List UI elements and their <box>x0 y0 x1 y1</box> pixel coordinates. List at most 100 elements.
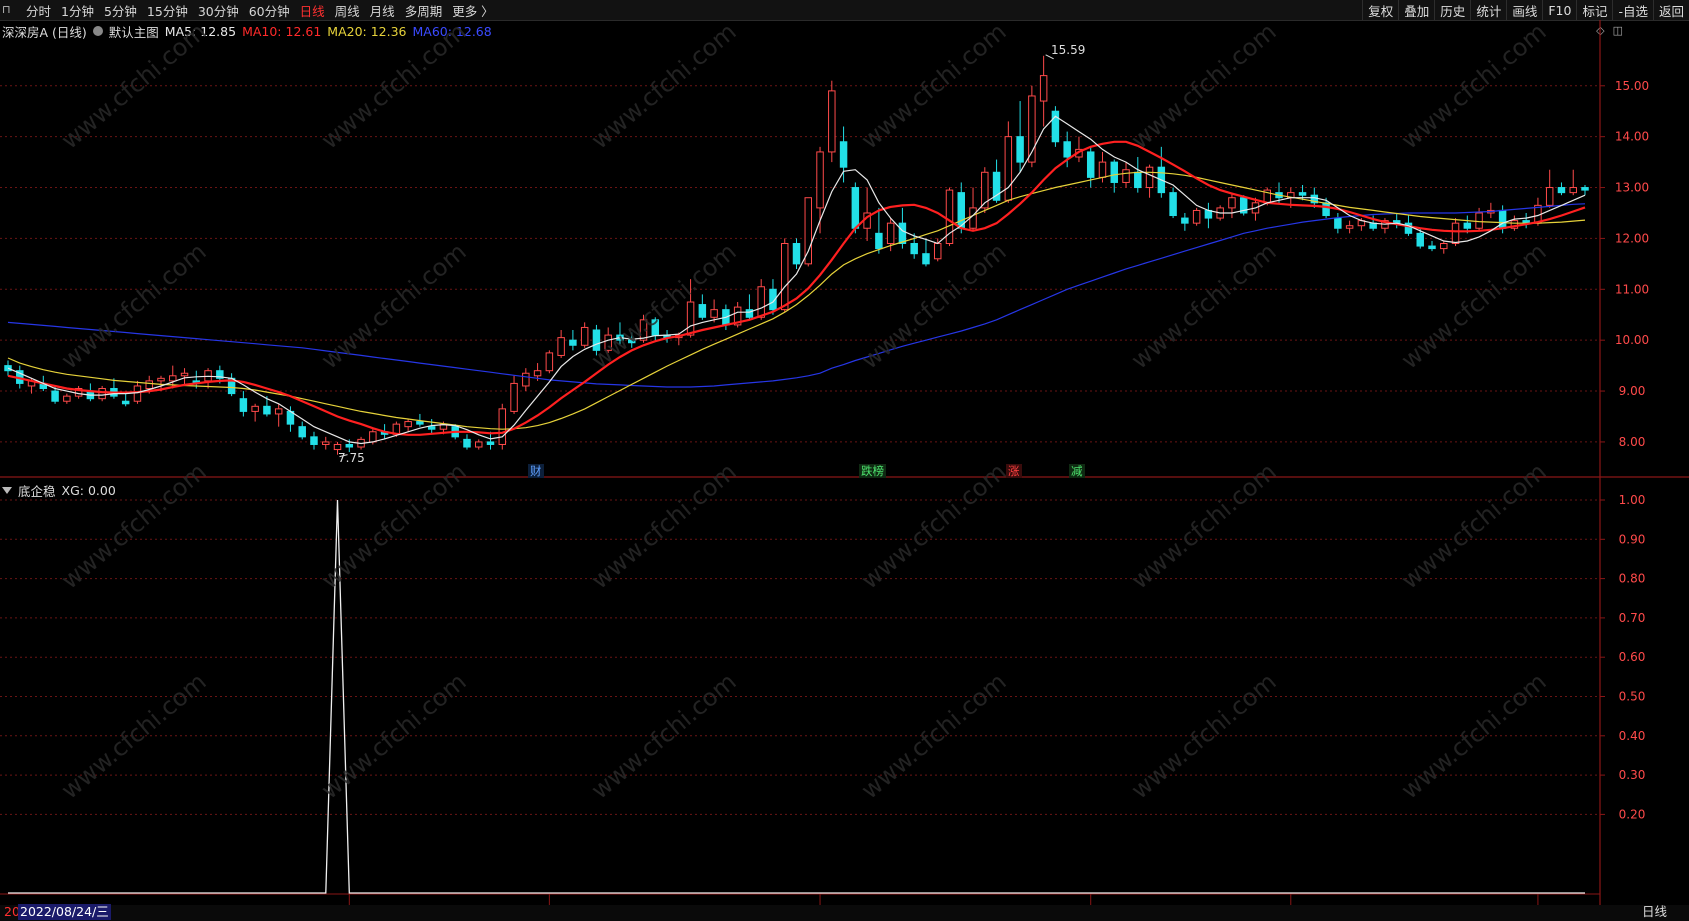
candle-body-up <box>580 326 589 346</box>
candle-body-up <box>1475 212 1483 229</box>
watermark-logo: www.cfchi.com <box>56 17 212 154</box>
candle-body-up <box>498 408 507 445</box>
candle-body-down <box>1416 232 1424 247</box>
candle-body-up <box>475 441 483 448</box>
bottom-time-axis <box>0 905 1689 921</box>
candle-body-up <box>533 370 542 377</box>
watermark-logo: www.cfchi.com <box>856 237 1012 374</box>
candle-body-down <box>1498 209 1507 229</box>
watermark-logo: www.cfchi.com <box>56 237 212 374</box>
candle-body-up <box>169 375 177 382</box>
indicator-name[interactable]: 底企稳 <box>18 481 56 500</box>
candle-body-down <box>1086 151 1095 178</box>
candle-body-up <box>98 388 106 400</box>
cursor-date: 2022/08/24/三 <box>18 904 111 920</box>
candle-body-down <box>239 398 248 412</box>
candle-body-up <box>133 385 142 402</box>
watermark-logo: www.cfchi.com <box>586 667 742 804</box>
candles-group <box>4 55 1589 455</box>
candle-body-up <box>274 408 283 415</box>
candle-body-up <box>1004 136 1013 201</box>
candle-body-up <box>757 286 765 318</box>
watermark-logo: www.cfchi.com <box>1396 667 1552 804</box>
candle-body-down <box>1463 222 1472 229</box>
candle-body-down <box>1428 245 1436 250</box>
low-price-annotation: 7.75 <box>338 451 365 465</box>
candle-body-down <box>1581 187 1589 191</box>
candle-body-down <box>1322 202 1330 217</box>
kline-chart: 8.00 9.00 10.00 11.00 12.00 13.00 14.00 15.00 0.… <box>0 17 1689 905</box>
indicator-tick-label: 0.30 <box>1619 768 1646 782</box>
candle-body-up <box>933 243 942 260</box>
indicator-info-bar: 底企稳 XG: 0.00 <box>2 481 116 500</box>
candle-body-up <box>63 395 71 402</box>
candle-body-down <box>1298 192 1307 196</box>
candle-body-down <box>345 443 354 448</box>
candle-body-up <box>1145 166 1154 189</box>
candle-body-up <box>157 377 165 382</box>
candle-body-down <box>416 421 424 425</box>
candle-body-down <box>1181 217 1189 224</box>
watermark-logo: www.cfchi.com <box>316 237 472 374</box>
candle-body-down <box>922 253 930 265</box>
candle-body-up <box>522 372 530 387</box>
watermark-logo: www.cfchi.com <box>1126 17 1282 154</box>
candle-body-down <box>4 365 12 372</box>
candle-body-up <box>510 382 518 412</box>
event-marker-reduce[interactable]: 减 <box>1069 464 1085 478</box>
price-tick-label: 8.00 <box>1619 435 1646 449</box>
watermark-logo: www.cfchi.com <box>316 457 472 594</box>
timeframe-button[interactable]: 日线 <box>1642 904 1667 920</box>
watermark-logo: www.cfchi.com <box>586 17 742 154</box>
candle-body-down <box>698 304 707 318</box>
candle-body-down <box>1169 192 1177 217</box>
candle-body-up <box>686 301 695 336</box>
candle-body-down <box>1334 217 1342 229</box>
candle-body-down <box>957 192 965 229</box>
candle-body-up <box>1569 187 1577 194</box>
event-marker-drop-list[interactable]: 跌榜 <box>859 464 886 478</box>
dropdown-triangle-icon[interactable] <box>2 487 12 494</box>
price-tick-label: 13.00 <box>1615 181 1649 195</box>
candle-body-up <box>886 222 895 245</box>
watermark-logo: www.cfchi.com <box>1126 457 1282 594</box>
candle-body-up <box>180 372 189 377</box>
indicator-tick-label: 0.50 <box>1619 690 1646 704</box>
candle-body-down <box>427 426 436 430</box>
candle-body-up <box>1039 75 1048 102</box>
price-tick-label: 15.00 <box>1615 79 1649 93</box>
candle-body-down <box>1134 171 1142 189</box>
candle-body-down <box>463 438 471 448</box>
candle-body-down <box>910 243 918 255</box>
event-marker-finance[interactable]: 财 <box>528 464 544 478</box>
candle-body-down <box>792 243 801 265</box>
candle-body-down <box>1557 187 1566 194</box>
indicator-tick-label: 0.60 <box>1619 650 1646 664</box>
watermark-logo: www.cfchi.com <box>856 17 1012 154</box>
watermark-logo: www.cfchi.com <box>856 457 1012 594</box>
indicator-tick-label: 0.40 <box>1619 729 1646 743</box>
event-marker-rise[interactable]: 涨 <box>1006 464 1022 478</box>
candle-body-down <box>486 441 495 445</box>
candle-body-down <box>121 400 130 405</box>
candle-body-up <box>710 309 718 318</box>
candle-body-up <box>1545 187 1554 206</box>
ma60-line <box>7 203 1586 388</box>
candle-body-down <box>875 232 883 250</box>
candle-body-up <box>1192 209 1201 224</box>
candle-body-up <box>322 441 330 445</box>
candle-body-down <box>1063 141 1071 158</box>
watermark-logo: www.cfchi.com <box>1396 457 1552 594</box>
candle-body-down <box>1016 136 1024 163</box>
indicator-tick-label: 1.00 <box>1619 493 1646 507</box>
candle-body-up <box>780 243 789 311</box>
candle-body-up <box>545 352 554 372</box>
candle-body-down <box>851 187 860 229</box>
candle-body-down <box>898 222 907 245</box>
candle-body-up <box>1228 197 1236 209</box>
indicator-tick-label: 0.70 <box>1619 611 1646 625</box>
high-price-annotation: 15.59 <box>1051 43 1086 57</box>
candle-body-up <box>251 405 259 412</box>
candle-body-up <box>404 421 412 428</box>
watermark-logo: www.cfchi.com <box>586 237 742 374</box>
